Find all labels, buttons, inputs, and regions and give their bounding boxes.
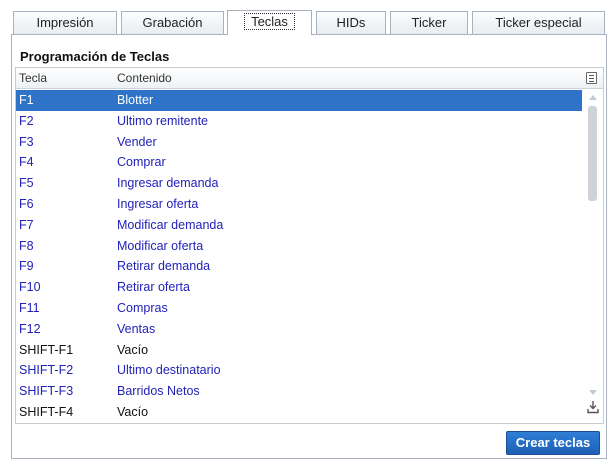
vertical-scrollbar[interactable]: [583, 90, 603, 423]
row-key: F12: [19, 321, 41, 336]
row-content: Barridos Netos: [117, 384, 200, 399]
table-row[interactable]: F6 Ingresar oferta: [16, 194, 582, 215]
tab-ticker-especial[interactable]: Ticker especial: [472, 11, 605, 34]
table-row[interactable]: SHIFT-F4 Vacío: [16, 402, 582, 423]
tab-hids[interactable]: HIDs: [316, 11, 386, 34]
scroll-down-arrow-icon[interactable]: [589, 390, 597, 395]
tab-bar: Impresión Grabación Teclas HIDs Ticker T…: [0, 0, 610, 35]
row-content: Ultimo destinatario: [117, 363, 221, 378]
teclas-panel: Programación de Teclas Tecla Contenido F…: [11, 34, 607, 459]
row-content: Ingresar demanda: [117, 176, 219, 191]
tab-impresion[interactable]: Impresión: [13, 11, 117, 34]
row-key: F5: [19, 176, 34, 191]
scrollbar-thumb[interactable]: [588, 106, 597, 201]
table-row[interactable]: F5 Ingresar demanda: [16, 173, 582, 194]
table-row[interactable]: F10 Retirar oferta: [16, 277, 582, 298]
row-content: Vacío: [117, 404, 149, 419]
tab-ticker[interactable]: Ticker: [390, 11, 468, 34]
tab-ticker-label: Ticker: [411, 15, 447, 30]
table-row[interactable]: SHIFT-F1 Vacío: [16, 340, 582, 361]
row-content: Ventas: [117, 321, 156, 336]
row-content: Ingresar oferta: [117, 196, 199, 211]
row-key: F11: [19, 300, 40, 315]
row-content: Vacío: [117, 342, 149, 357]
row-key: SHIFT-F3: [19, 384, 74, 399]
row-content: Retirar oferta: [117, 280, 190, 295]
table-row[interactable]: F3 Vender: [16, 132, 582, 153]
row-content: Blotter: [117, 93, 154, 107]
tab-grabacion[interactable]: Grabación: [121, 11, 224, 34]
table-row[interactable]: F9 Retirar demanda: [16, 256, 582, 277]
row-content: Vender: [117, 134, 157, 149]
table-body: F1 Blotter F2 Ultimo remitente F3 Vender…: [16, 90, 582, 423]
tab-impresion-label: Impresión: [36, 15, 94, 30]
row-key: F6: [19, 196, 34, 211]
tab-teclas-label: Teclas: [244, 13, 295, 30]
row-key: SHIFT-F1: [19, 342, 74, 357]
tab-ticker-especial-label: Ticker especial: [495, 15, 582, 30]
row-content: Retirar demanda: [117, 259, 211, 274]
row-key: F1: [19, 93, 34, 107]
scroll-up-arrow-icon[interactable]: [589, 95, 597, 100]
table-row[interactable]: F8 Modificar oferta: [16, 236, 582, 257]
scroll-to-bottom-icon[interactable]: [587, 400, 599, 414]
table-row[interactable]: F2 Ultimo remitente: [16, 111, 582, 132]
column-menu-icon[interactable]: [586, 72, 597, 84]
tab-hids-label: HIDs: [336, 15, 366, 30]
row-content: Modificar oferta: [117, 238, 204, 253]
table-row[interactable]: F11 Compras: [16, 298, 582, 319]
row-content: Comprar: [117, 155, 166, 170]
keys-table: Tecla Contenido F1 Blotter F2 Ultimo rem…: [15, 67, 604, 424]
row-key: F8: [19, 238, 34, 253]
row-key: SHIFT-F2: [19, 363, 74, 378]
table-row[interactable]: F7 Modificar demanda: [16, 215, 582, 236]
table-row[interactable]: SHIFT-F2 Ultimo destinatario: [16, 360, 582, 381]
row-key: F3: [19, 134, 34, 149]
row-key: F2: [19, 113, 34, 128]
row-key: F4: [19, 155, 34, 170]
table-header: Tecla Contenido: [16, 68, 603, 89]
row-content: Ultimo remitente: [117, 113, 208, 128]
row-key: SHIFT-F4: [19, 404, 74, 419]
column-header-contenido[interactable]: Contenido: [117, 71, 172, 85]
tab-teclas[interactable]: Teclas: [227, 10, 312, 35]
row-key: F7: [19, 217, 34, 232]
row-key: F9: [19, 259, 34, 274]
table-row[interactable]: F12 Ventas: [16, 319, 582, 340]
column-header-tecla[interactable]: Tecla: [19, 71, 47, 85]
row-content: Modificar demanda: [117, 217, 224, 232]
section-title: Programación de Teclas: [20, 49, 170, 64]
tab-grabacion-label: Grabación: [142, 15, 203, 30]
table-row[interactable]: F1 Blotter: [16, 90, 582, 111]
table-row[interactable]: SHIFT-F3 Barridos Netos: [16, 381, 582, 402]
row-key: F10: [19, 280, 41, 295]
row-content: Compras: [117, 300, 168, 315]
table-row[interactable]: F4 Comprar: [16, 152, 582, 173]
create-keys-button[interactable]: Crear teclas: [506, 431, 600, 455]
